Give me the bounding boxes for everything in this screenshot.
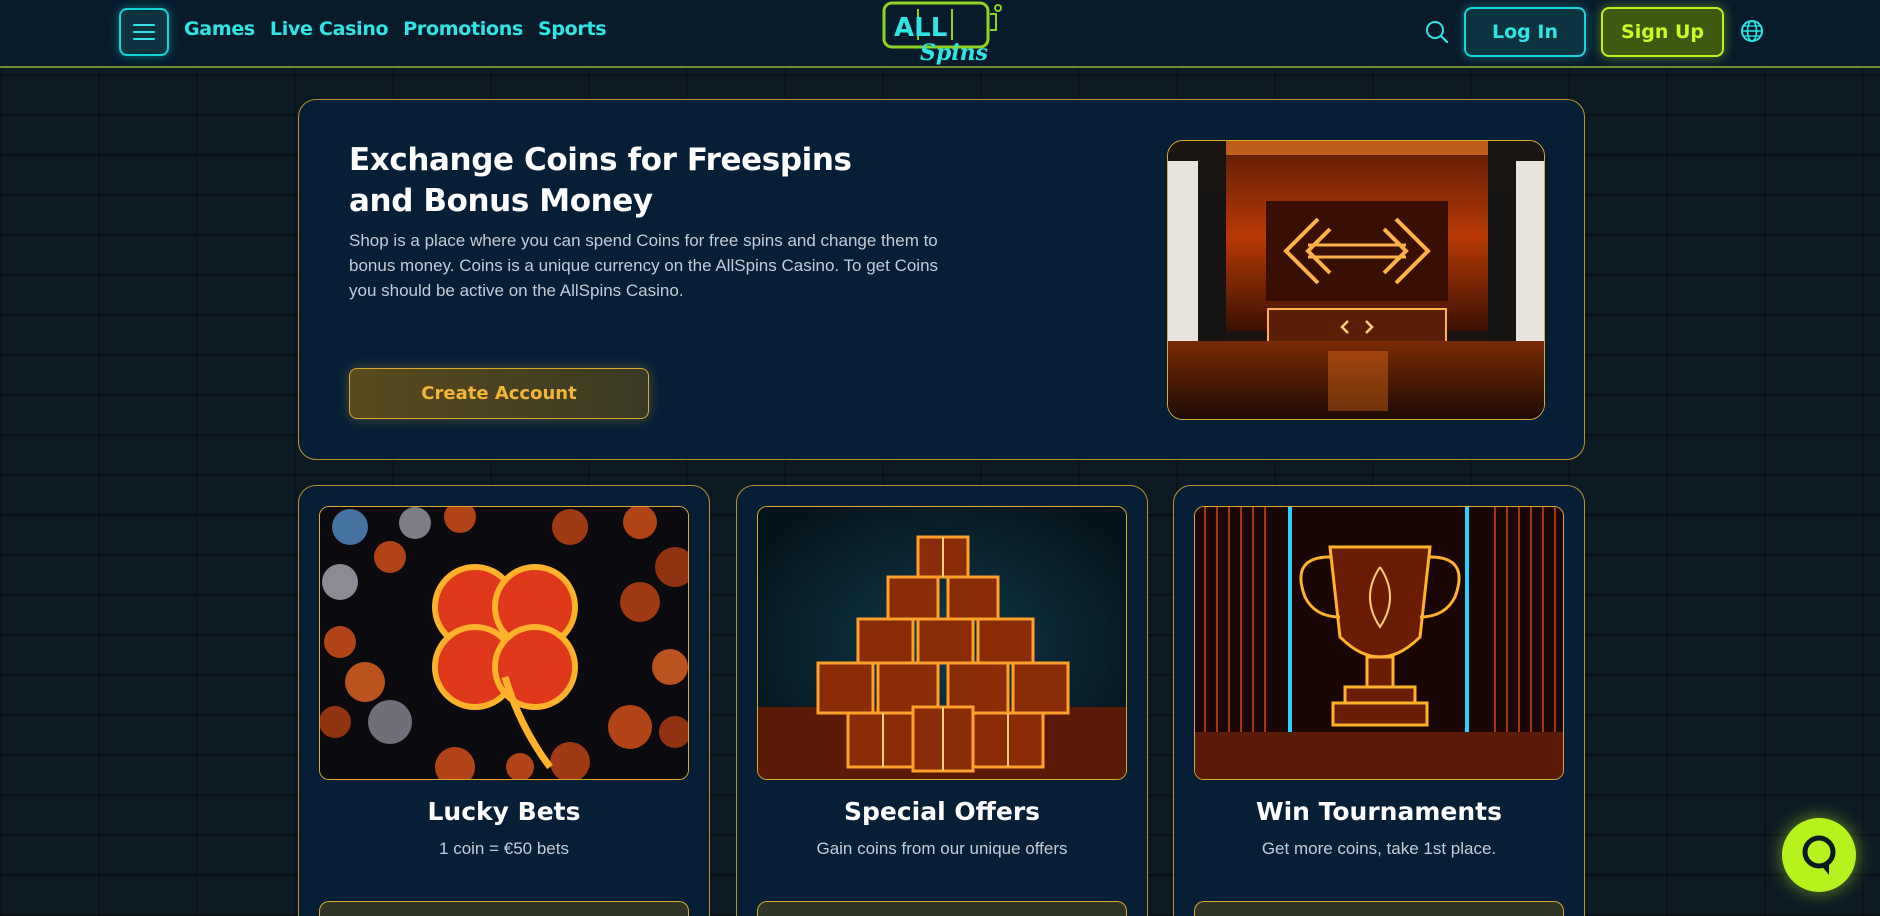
card-subtitle: Gain coins from our unique offers bbox=[816, 839, 1068, 858]
card-action-button[interactable] bbox=[1194, 901, 1564, 916]
nav-link-sports[interactable]: Sports bbox=[538, 18, 607, 40]
card-title: Lucky Bets bbox=[427, 797, 581, 826]
menu-icon bbox=[133, 24, 155, 40]
card-subtitle: 1 coin = €50 bets bbox=[439, 839, 569, 858]
card-win-tournaments: Win Tournaments Get more coins, take 1st… bbox=[1173, 485, 1585, 916]
nav-link-promotions[interactable]: Promotions bbox=[403, 18, 523, 40]
main-nav: Games Live Casino Promotions Sports bbox=[184, 18, 607, 40]
hero-description: Shop is a place where you can spend Coin… bbox=[349, 231, 939, 300]
search-icon[interactable] bbox=[1424, 19, 1450, 45]
card-action-button[interactable] bbox=[319, 901, 689, 916]
allspins-logo[interactable]: ALL Spins bbox=[880, 0, 1005, 66]
create-account-button[interactable]: Create Account bbox=[349, 368, 649, 419]
shop-hero-panel: Exchange Coins for Freespins and Bonus M… bbox=[298, 99, 1585, 460]
hero-title: Exchange Coins for Freespins and Bonus M… bbox=[349, 142, 852, 219]
site-header: Games Live Casino Promotions Sports ALL … bbox=[0, 0, 1880, 68]
card-subtitle: Get more coins, take 1st place. bbox=[1261, 839, 1497, 858]
lucky-bets-image bbox=[319, 506, 689, 780]
special-offers-image bbox=[757, 506, 1127, 780]
chat-icon bbox=[1802, 835, 1836, 875]
nav-link-games[interactable]: Games bbox=[184, 18, 255, 40]
hero-exchange-image bbox=[1167, 140, 1545, 420]
card-title: Win Tournaments bbox=[1256, 797, 1502, 826]
nav-link-live-casino[interactable]: Live Casino bbox=[270, 18, 389, 40]
card-lucky-bets: Lucky Bets 1 coin = €50 bets bbox=[298, 485, 710, 916]
card-action-button[interactable] bbox=[757, 901, 1127, 916]
svg-text:Spins: Spins bbox=[920, 40, 988, 66]
menu-button[interactable] bbox=[119, 8, 169, 56]
card-special-offers: Special Offers Gain coins from our uniqu… bbox=[736, 485, 1148, 916]
win-tournaments-image bbox=[1194, 506, 1564, 780]
live-chat-button[interactable] bbox=[1782, 818, 1856, 892]
globe-icon[interactable] bbox=[1739, 18, 1765, 44]
login-button[interactable]: Log In bbox=[1464, 7, 1586, 57]
svg-text:ALL: ALL bbox=[894, 13, 947, 43]
signup-button[interactable]: Sign Up bbox=[1601, 7, 1724, 57]
card-title: Special Offers bbox=[843, 797, 1041, 826]
